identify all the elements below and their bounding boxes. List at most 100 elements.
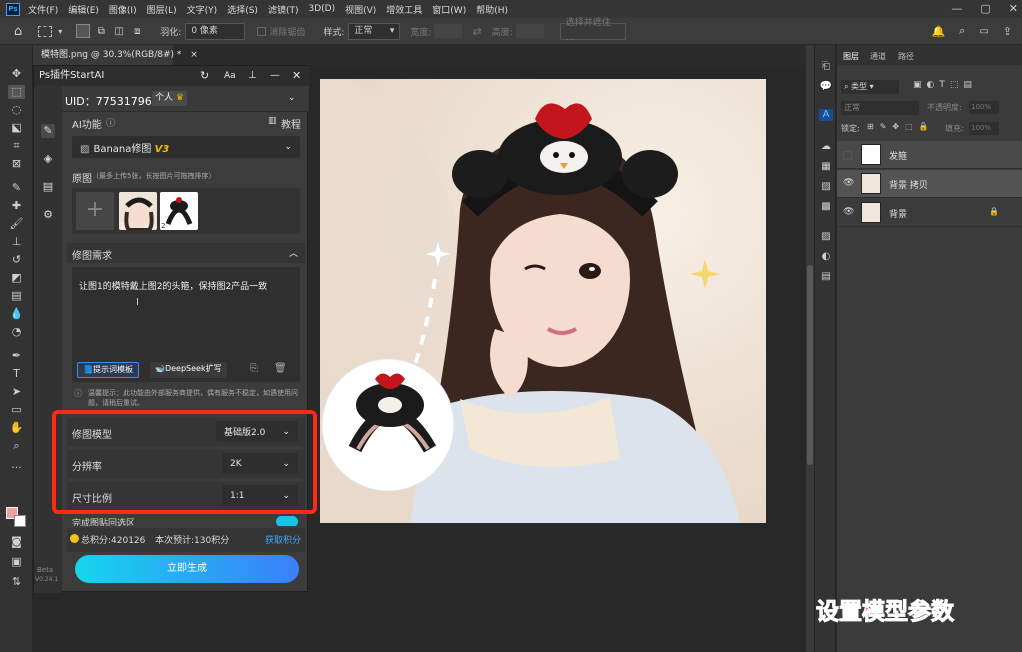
edit-icon[interactable]: ✎ [41,124,55,138]
height-input[interactable] [515,24,544,38]
gradient-tool-icon[interactable]: ▤ [8,289,25,303]
layer-filter-icons[interactable]: ▣◐T⬚▤ [913,80,977,90]
eye-icon[interactable]: 👁 [843,207,854,217]
info-icon[interactable]: ⓘ [106,116,115,129]
blur-tool-icon[interactable]: 💧 [8,307,25,321]
paste-back-toggle[interactable] [276,516,298,526]
home-icon[interactable]: ⌂ [14,22,22,40]
history-icon[interactable]: ⎗ [819,61,833,73]
menu-layer[interactable]: 图层(L) [147,3,177,16]
fill-input[interactable]: 100% [969,122,999,135]
new-selection-icon[interactable] [76,24,91,38]
get-points-link[interactable]: 获取积分 [265,533,301,546]
width-input[interactable] [434,24,463,38]
more-tools-icon[interactable]: ··· [8,461,25,475]
chevron-down-icon[interactable]: ▾ [58,22,62,40]
menu-filter[interactable]: 滤镜(T) [268,3,299,16]
move-tool-icon[interactable]: ✥ [8,67,25,81]
startai-plugin-icon[interactable]: A [819,109,833,121]
tutorial-link[interactable]: 教程 [281,116,301,131]
quick-mask-icon[interactable]: ◙ [8,535,25,549]
lasso-tool-icon[interactable]: ◌ [8,103,25,117]
eyedropper-icon[interactable]: ✎ [8,181,25,195]
screen-mode-icon[interactable]: ▣ [8,555,25,569]
antialias-checkbox[interactable] [257,26,267,36]
scrollbar-thumb[interactable] [807,265,813,465]
ai-feature-select[interactable]: ▨ Banana修图 V3 ⌄ [72,136,300,158]
layer-row[interactable]: 👁 背景 🔒 [837,199,1022,227]
pen-tool-icon[interactable]: ✒ [8,349,25,363]
layers-icon[interactable]: ◈ [41,152,55,166]
properties-icon[interactable]: ▤ [819,271,833,283]
canvas-scrollbar[interactable] [806,45,814,652]
dodge-tool-icon[interactable]: ◔ [8,325,25,339]
adjust-icon[interactable]: ☁ [819,141,833,153]
comment-icon[interactable]: 💬 [819,81,833,93]
style-select[interactable]: 正常 ▾ [348,22,401,40]
object-select-icon[interactable]: ⬕ [8,121,25,135]
menu-3d[interactable]: 3D(D) [308,4,335,14]
share-icon[interactable]: ⇅ [8,575,25,589]
add-selection-icon[interactable]: ⧉ [94,24,108,38]
save-prompt-icon[interactable]: ⎘ [250,363,258,374]
marquee-tool-icon[interactable] [38,25,53,37]
menu-select[interactable]: 选择(S) [227,3,258,16]
edit-section-header[interactable]: 修图需求 ︿ [67,243,305,263]
brush-tool-icon[interactable]: 🖌 [8,217,25,231]
image-icon[interactable]: ▨ [819,231,833,243]
marquee-tool-icon[interactable]: ⬚ [8,85,25,99]
menu-type[interactable]: 文字(Y) [187,3,218,16]
tab-channels[interactable]: 通道 [870,51,886,62]
blend-mode-select[interactable]: 正常 [841,101,919,115]
menu-file[interactable]: 文件(F) [28,3,58,16]
minimize-icon[interactable]: — [951,2,962,15]
document-canvas[interactable] [320,79,766,523]
lock-icons[interactable]: ⊞✎✥⬚🔒 [867,122,935,131]
hand-tool-icon[interactable]: ✋ [8,421,25,435]
visibility-toggle-off[interactable] [843,151,852,160]
tab-paths[interactable]: 路径 [898,51,914,62]
document-icon[interactable]: ▤ [41,180,55,194]
subtract-selection-icon[interactable]: ◫ [112,24,126,38]
gradient-icon[interactable]: ▧ [819,181,833,193]
document-tab[interactable]: 模特图.png @ 30.3%(RGB/8#) * × [33,45,198,65]
source-thumb-2[interactable]: 2 [160,192,198,230]
history-brush-icon[interactable]: ↺ [8,253,25,267]
maximize-icon[interactable]: ▢ [980,2,990,15]
pin-icon[interactable]: ⊥ [248,66,257,86]
font-size-icon[interactable]: Aa [224,66,236,86]
trash-icon[interactable]: 🗑 [274,363,287,374]
menu-plugins[interactable]: 增效工具 [386,3,422,16]
menu-image[interactable]: 图像(I) [109,3,137,16]
crop-tool-icon[interactable]: ⌗ [8,139,25,153]
menu-view[interactable]: 视图(V) [345,3,376,16]
eye-icon[interactable]: 👁 [843,178,854,188]
opacity-input[interactable]: 100% [969,101,999,114]
share-icon[interactable]: ⇪ [1003,22,1012,40]
adjustments-icon[interactable]: ◐ [819,251,833,263]
healing-brush-icon[interactable]: ✚ [8,199,25,213]
search-icon[interactable]: ⌕ [959,22,965,40]
prompt-template-button[interactable]: 📘提示词模板 [77,362,139,378]
menu-edit[interactable]: 编辑(E) [68,3,99,16]
deepseek-expand-button[interactable]: 🐋DeepSeek扩写 [150,362,227,378]
select-and-mask-button[interactable]: 选择并遮住 ... [559,18,626,43]
notification-icon[interactable]: 🔔 [931,22,945,40]
grid-icon[interactable]: ▦ [819,161,833,173]
close-icon[interactable]: ✕ [1009,2,1018,15]
generate-button[interactable]: 立即生成 [75,555,299,583]
intersect-selection-icon[interactable]: ⧈ [130,24,144,38]
workspace-icon[interactable]: ▭ [979,22,988,40]
layer-row[interactable]: 发箍 [837,141,1022,169]
stamp-tool-icon[interactable]: ⊥ [8,235,25,249]
frame-tool-icon[interactable]: ⊠ [8,157,25,171]
zoom-tool-icon[interactable]: ⌕ [8,439,25,453]
tab-layers[interactable]: 图层 [843,51,859,62]
eraser-icon[interactable]: ◩ [8,271,25,285]
settings-icon[interactable]: ⚙ [41,208,55,222]
shape-tool-icon[interactable]: ▭ [8,403,25,417]
swap-icon[interactable]: ⇄ [472,22,481,40]
path-select-icon[interactable]: ➤ [8,385,25,399]
background-color-swatch[interactable] [14,515,26,527]
chevron-down-icon[interactable]: ⌄ [288,93,296,103]
